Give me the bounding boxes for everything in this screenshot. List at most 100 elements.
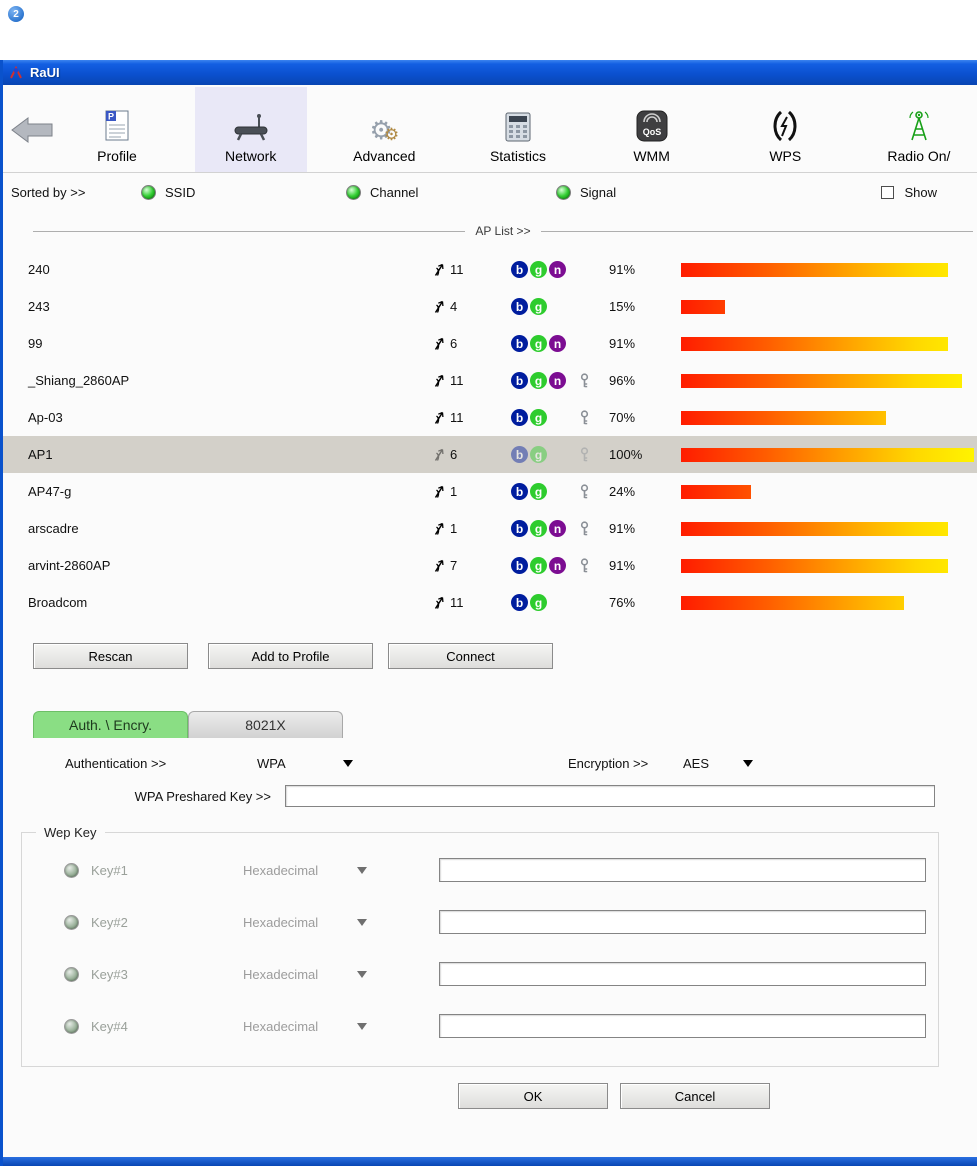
- channel-number: 4: [450, 299, 458, 314]
- show-checkbox-label: Show: [904, 184, 937, 200]
- sort-bar: Sorted by >> SSID Channel Signal Show: [3, 173, 977, 211]
- toolbar-item-network[interactable]: Network: [194, 87, 307, 172]
- ap-row[interactable]: 240 11 bgn 91%: [3, 251, 977, 288]
- signal-bar-fill: [681, 373, 963, 388]
- ap-security: [579, 557, 609, 574]
- show-checkbox[interactable]: [881, 185, 895, 199]
- authentication-dropdown-value[interactable]: WPA: [257, 756, 327, 771]
- ap-channel: 11: [433, 373, 511, 388]
- divider-line: [540, 230, 973, 232]
- chevron-down-icon[interactable]: [357, 1022, 367, 1030]
- ap-signal-bar: [681, 447, 974, 462]
- channel-icon: [433, 262, 446, 277]
- ap-row[interactable]: arvint-2860AP 7 bgn 91%: [3, 547, 977, 584]
- signal-sort-led-icon[interactable]: [556, 184, 571, 200]
- back-button[interactable]: [3, 87, 61, 172]
- wep-format-dropdown-value[interactable]: Hexadecimal: [243, 915, 335, 930]
- wep-format-dropdown-value[interactable]: Hexadecimal: [243, 1019, 335, 1034]
- window-title: RaUI: [30, 65, 60, 80]
- mode-n-badge: n: [549, 335, 566, 352]
- toolbar-item-profile[interactable]: P Profile: [61, 87, 173, 172]
- wep-key-group: Wep Key Key#1 Hexadecimal Key#2 Hexadeci…: [21, 825, 939, 1067]
- wep-format-dropdown-value[interactable]: Hexadecimal: [243, 967, 335, 982]
- ap-list-header: AP List >>: [3, 217, 977, 245]
- channel-number: 11: [450, 410, 464, 425]
- wep-key-radio[interactable]: [64, 862, 79, 878]
- raui-window: RaUI P Profile Network ⚙ ⚙ Advanced Stat…: [0, 60, 977, 1166]
- ap-security: [579, 520, 609, 537]
- chevron-down-icon[interactable]: [357, 866, 367, 874]
- wep-key-input[interactable]: [439, 1014, 926, 1038]
- sort-option-ssid[interactable]: SSID: [141, 184, 346, 200]
- wep-key-label: Key#2: [91, 914, 128, 930]
- add-to-profile-button[interactable]: Add to Profile: [208, 643, 373, 669]
- ap-row[interactable]: AP47-g 1 bg 24%: [3, 473, 977, 510]
- mode-g-badge: g: [530, 298, 547, 315]
- ap-row[interactable]: 99 6 bgn 91%: [3, 325, 977, 362]
- chevron-down-icon[interactable]: [357, 970, 367, 978]
- chevron-down-icon[interactable]: [343, 760, 353, 767]
- toolbar-item-statistics[interactable]: Statistics: [462, 87, 574, 172]
- ap-signal-percent: 76%: [609, 595, 636, 610]
- ap-ssid: arvint-2860AP: [28, 558, 111, 573]
- wep-key-input[interactable]: [439, 962, 926, 986]
- ap-row[interactable]: AP1 6 bg 100%: [3, 436, 977, 473]
- wep-key-input[interactable]: [439, 910, 926, 934]
- sort-option-channel[interactable]: Channel: [346, 184, 556, 200]
- app-icon: [8, 65, 24, 81]
- toolbar-item-wmm[interactable]: QoS WMM: [596, 87, 708, 172]
- chevron-down-icon[interactable]: [357, 918, 367, 926]
- ap-ssid: arscadre: [28, 521, 79, 536]
- auth-encryption-row: Authentication >> WPA Encryption >> AES: [65, 756, 977, 771]
- cancel-button[interactable]: Cancel: [620, 1083, 770, 1109]
- tab-8021x[interactable]: 8021X: [188, 711, 343, 738]
- channel-icon: [433, 299, 446, 314]
- ap-signal-percent: 70%: [609, 410, 636, 425]
- ap-row[interactable]: arscadre 1 bgn 91%: [3, 510, 977, 547]
- wep-format-dropdown-value[interactable]: Hexadecimal: [243, 863, 335, 878]
- mode-b-badge: b: [511, 298, 528, 315]
- connect-button[interactable]: Connect: [388, 643, 553, 669]
- ap-row[interactable]: Ap-03 11 bg 70%: [3, 399, 977, 436]
- ok-button[interactable]: OK: [458, 1083, 608, 1109]
- ap-mode-badges: bgn: [511, 520, 579, 537]
- network-icon: [231, 105, 271, 143]
- toolbar-item-wps[interactable]: WPS: [729, 87, 841, 172]
- wep-key-radio[interactable]: [64, 966, 79, 982]
- mode-b-badge: b: [511, 335, 528, 352]
- svg-text:QoS: QoS: [642, 127, 661, 137]
- toolbar-item-radio[interactable]: Radio On/: [863, 87, 975, 172]
- tab-auth-encry[interactable]: Auth. \ Encry.: [33, 711, 188, 738]
- encryption-dropdown-value[interactable]: AES: [683, 756, 728, 771]
- chevron-down-icon[interactable]: [743, 760, 753, 767]
- ap-row[interactable]: _Shiang_2860AP 11 bgn 96%: [3, 362, 977, 399]
- ap-row[interactable]: 243 4 bg 15%: [3, 288, 977, 325]
- rescan-button[interactable]: Rescan: [33, 643, 188, 669]
- preshared-key-input[interactable]: [285, 785, 935, 807]
- ap-ssid: 243: [28, 299, 50, 314]
- mode-g-badge: g: [530, 520, 547, 537]
- toolbar-label-network: Network: [224, 148, 277, 164]
- toolbar-item-advanced[interactable]: ⚙ ⚙ Advanced: [328, 87, 440, 172]
- ap-mode-badges: bg: [511, 446, 579, 463]
- channel-number: 11: [450, 262, 464, 277]
- channel-sort-led-icon[interactable]: [346, 184, 361, 200]
- wep-key-radio[interactable]: [64, 1018, 79, 1034]
- sort-option-signal[interactable]: Signal: [556, 184, 736, 200]
- ap-row[interactable]: Broadcom 11 bg 76%: [3, 584, 977, 621]
- wep-key-group-label: Wep Key: [44, 825, 97, 840]
- mode-b-badge: b: [511, 372, 528, 389]
- window-titlebar[interactable]: RaUI: [3, 60, 977, 85]
- channel-number: 1: [450, 521, 458, 536]
- channel-number: 7: [450, 558, 458, 573]
- ssid-sort-led-icon[interactable]: [141, 184, 156, 200]
- lock-icon: [579, 372, 590, 389]
- ap-security: [579, 262, 609, 278]
- mode-g-badge: g: [530, 594, 547, 611]
- ap-channel: 6: [433, 447, 511, 462]
- ap-signal-percent: 96%: [609, 373, 636, 388]
- page: 2 RaUI P Profile Network ⚙ ⚙ Advanced St…: [0, 0, 977, 1166]
- wep-key-input[interactable]: [439, 858, 926, 882]
- ap-signal-bar: [681, 521, 974, 536]
- wep-key-radio[interactable]: [64, 914, 79, 930]
